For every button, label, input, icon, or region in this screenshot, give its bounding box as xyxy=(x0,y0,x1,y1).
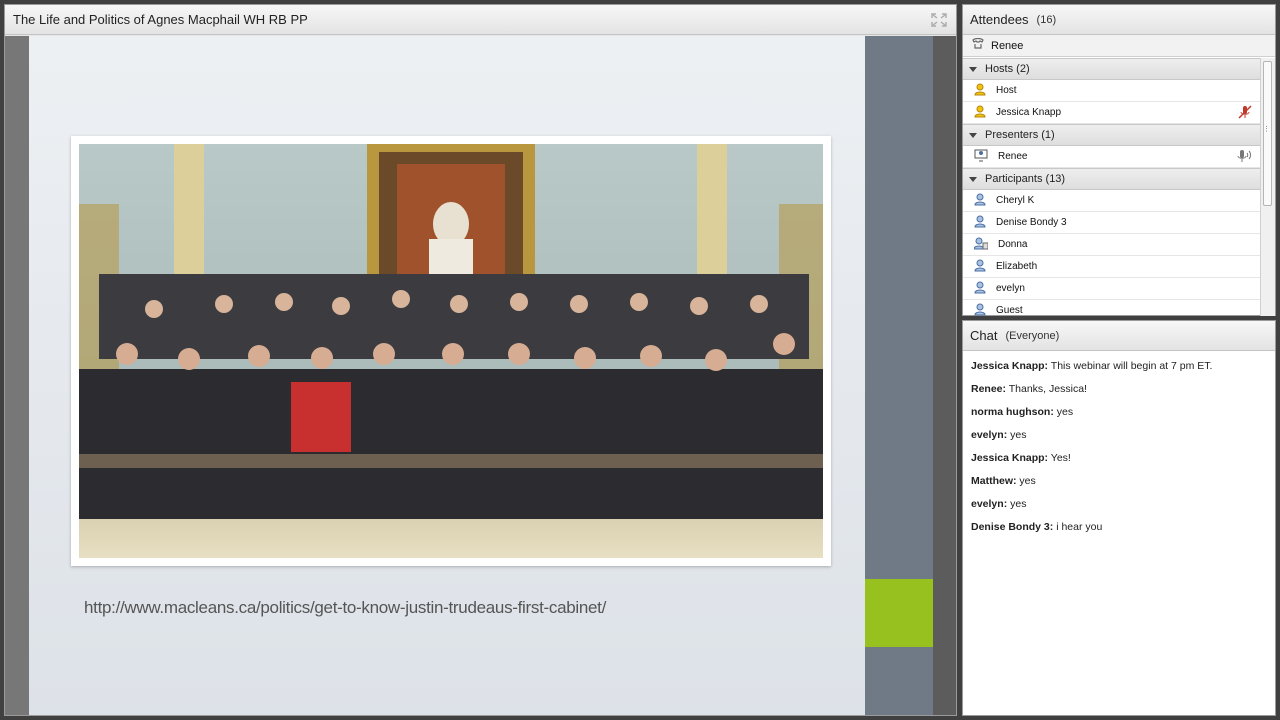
participant-icon xyxy=(974,215,986,231)
attendee-name: Cheryl K xyxy=(996,195,1035,206)
attendee-row[interactable]: Cheryl K xyxy=(963,190,1260,212)
participant-icon xyxy=(974,259,986,275)
attendee-name: Donna xyxy=(998,239,1028,250)
participant-icon xyxy=(973,237,989,253)
participant-icon xyxy=(974,193,986,209)
group-hosts[interactable]: Hosts (2) xyxy=(963,58,1260,80)
attendee-row[interactable]: evelyn xyxy=(963,278,1260,300)
chat-sender: Jessica Knapp: xyxy=(971,360,1049,372)
chat-text: i hear you xyxy=(1056,521,1103,533)
attendee-row[interactable]: Elizabeth xyxy=(963,256,1260,278)
chat-message: Matthew: yes xyxy=(971,474,1267,497)
chat-text: yes xyxy=(1010,429,1027,441)
attendees-pod: Attendees (16) Renee Hosts (2) Host Jess… xyxy=(962,4,1276,316)
group-participants[interactable]: Participants (13) xyxy=(963,168,1260,190)
chat-sender: Denise Bondy 3: xyxy=(971,521,1054,533)
share-pod: The Life and Politics of Agnes Macphail … xyxy=(4,4,957,716)
attendee-row[interactable]: Guest xyxy=(963,300,1260,316)
chat-sender: norma hughson: xyxy=(971,406,1054,418)
fullscreen-icon[interactable] xyxy=(930,11,948,29)
my-name: Renee xyxy=(991,39,1024,52)
chat-text: This webinar will begin at 7 pm ET. xyxy=(1050,360,1213,372)
attendee-name: Denise Bondy 3 xyxy=(996,217,1067,228)
group-presenters[interactable]: Presenters (1) xyxy=(963,124,1260,146)
collapse-triangle-icon[interactable] xyxy=(969,132,977,138)
participant-icon xyxy=(974,303,986,317)
group-label: Hosts (2) xyxy=(985,63,1030,75)
attendee-row[interactable]: Jessica Knapp xyxy=(963,102,1260,124)
speaker-mic-icon[interactable] xyxy=(1236,149,1252,166)
cabinet-photo-frame xyxy=(71,136,831,566)
share-stage: http://www.macleans.ca/politics/get-to-k… xyxy=(5,36,956,715)
chat-message: Jessica Knapp: Yes! xyxy=(971,451,1267,474)
attendee-list: Hosts (2) Host Jessica Knapp Presenters … xyxy=(963,58,1260,316)
chat-pod-header: Chat (Everyone) xyxy=(963,321,1275,351)
scroll-grip-icon: ⋮ xyxy=(1263,126,1270,133)
attendee-row[interactable]: Donna xyxy=(963,234,1260,256)
chat-pod: Chat (Everyone) Jessica Knapp: This webi… xyxy=(962,320,1276,716)
collapse-triangle-icon[interactable] xyxy=(969,66,977,72)
chat-scope[interactable]: (Everyone) xyxy=(1005,330,1059,342)
slide-link-text[interactable]: http://www.macleans.ca/politics/get-to-k… xyxy=(84,598,606,618)
attendee-name: Renee xyxy=(998,151,1028,162)
chat-sender: evelyn: xyxy=(971,429,1008,441)
chat-title: Chat xyxy=(970,328,998,343)
scrollbar-thumb[interactable] xyxy=(1263,61,1272,206)
attendee-name: evelyn xyxy=(996,283,1025,294)
attendees-title: Attendees xyxy=(970,12,1029,27)
chat-text: Yes! xyxy=(1050,452,1071,464)
group-label: Presenters (1) xyxy=(985,129,1055,141)
chat-sender: Matthew: xyxy=(971,475,1017,487)
chat-text: Thanks, Jessica! xyxy=(1008,383,1087,395)
attendee-row[interactable]: Renee xyxy=(963,146,1260,168)
attendees-count: (16) xyxy=(1036,13,1057,26)
chat-message: norma hughson: yes xyxy=(971,405,1267,428)
host-icon xyxy=(974,83,986,99)
mic-off-icon[interactable] xyxy=(1238,105,1252,122)
group-label: Participants (13) xyxy=(985,173,1066,185)
share-pod-title: The Life and Politics of Agnes Macphail … xyxy=(13,12,308,27)
connect-window: The Life and Politics of Agnes Macphail … xyxy=(0,0,1280,720)
phone-icon[interactable] xyxy=(971,37,985,53)
chat-text: yes xyxy=(1056,406,1074,418)
chat-message-list: Jessica Knapp: This webinar will begin a… xyxy=(963,351,1275,551)
chat-sender: Renee: xyxy=(971,383,1007,395)
chat-message: Renee: Thanks, Jessica! xyxy=(971,382,1267,405)
slide: http://www.macleans.ca/politics/get-to-k… xyxy=(29,36,865,715)
attendee-name: Host xyxy=(996,85,1017,96)
attendee-row[interactable]: Host xyxy=(963,80,1260,102)
chat-message: evelyn: yes xyxy=(971,428,1267,451)
participant-icon xyxy=(974,281,986,297)
attendee-name: Elizabeth xyxy=(996,261,1038,272)
cabinet-photo xyxy=(79,144,823,558)
attendees-pod-header: Attendees (16) xyxy=(963,5,1275,35)
collapse-triangle-icon[interactable] xyxy=(969,176,977,182)
chat-text: yes xyxy=(1019,475,1036,487)
attendee-scrollbar[interactable]: ⋮ xyxy=(1260,58,1275,316)
my-status-row[interactable]: Renee xyxy=(963,35,1275,57)
chat-text: yes xyxy=(1010,498,1027,510)
attendee-name: Jessica Knapp xyxy=(996,107,1062,118)
attendee-row[interactable]: Denise Bondy 3 xyxy=(963,212,1260,234)
slide-accent-block xyxy=(865,579,933,647)
stage-scroll-strip xyxy=(933,36,956,715)
chat-sender: Jessica Knapp: xyxy=(971,452,1049,464)
share-pod-titlebar: The Life and Politics of Agnes Macphail … xyxy=(5,5,956,35)
chat-message: Denise Bondy 3: i hear you xyxy=(971,520,1267,543)
host-icon xyxy=(974,105,986,121)
attendee-name: Guest xyxy=(996,305,1023,316)
chat-message: evelyn: yes xyxy=(971,497,1267,520)
chat-sender: evelyn: xyxy=(971,498,1008,510)
chat-message: Jessica Knapp: This webinar will begin a… xyxy=(971,359,1267,382)
presenter-icon xyxy=(974,149,988,165)
